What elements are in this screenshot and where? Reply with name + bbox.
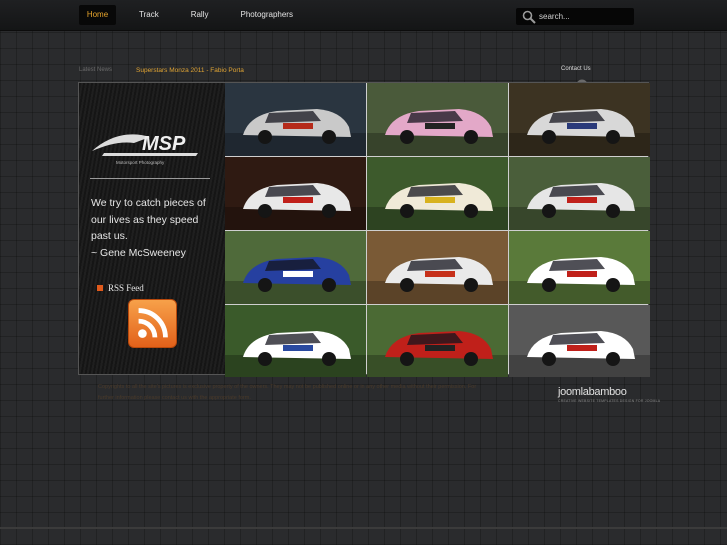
race-car-photo-icon xyxy=(509,157,650,230)
latest-news-label: Latest News xyxy=(79,67,113,73)
race-car-photo-icon xyxy=(225,231,366,304)
rss-feed-label: RSS Feed xyxy=(108,283,144,293)
bottom-divider xyxy=(0,527,727,529)
nav-track[interactable]: Track xyxy=(130,5,168,25)
latest-news-title[interactable]: Superstars Monza 2011 - Fabio Porta xyxy=(136,67,244,74)
quote-line: past us. xyxy=(91,230,128,242)
top-navigation-bar: Home Track Rally Photographers xyxy=(0,0,727,31)
rss-small-icon xyxy=(97,285,103,291)
gallery-photo[interactable] xyxy=(367,83,508,156)
rss-feed-link[interactable]: RSS Feed xyxy=(97,283,144,293)
race-car-photo-icon xyxy=(367,83,508,156)
search-icon xyxy=(522,10,536,24)
copyright-notice: Copyrights to all the site's pictures is… xyxy=(98,384,477,401)
rally-car-photo-icon xyxy=(367,231,508,304)
gallery-photo[interactable] xyxy=(225,305,366,377)
race-car-photo-icon xyxy=(509,231,650,304)
quote-line: our lives as they speed xyxy=(91,213,199,226)
rally-car-photo-icon xyxy=(509,83,650,156)
gallery-photo[interactable] xyxy=(509,305,650,377)
divider xyxy=(90,178,210,179)
gallery-photo[interactable] xyxy=(367,157,508,230)
logo-subtitle: Motorsport Photography xyxy=(116,160,165,165)
race-car-photo-icon xyxy=(367,305,508,377)
gallery-photo[interactable] xyxy=(225,83,366,156)
search-input[interactable] xyxy=(539,12,627,21)
gallery-photo[interactable] xyxy=(509,231,650,304)
gallery-photo[interactable] xyxy=(367,305,508,377)
race-car-photo-icon xyxy=(367,157,508,230)
nav-rally[interactable]: Rally xyxy=(182,5,218,25)
logo-text: MSP xyxy=(142,133,186,155)
joomlabamboo-tagline: CREATIVE WEBSITE TEMPLATES DESIGN FOR JO… xyxy=(558,399,661,403)
sidebar-panel: MSP Motorsport Photography We try to cat… xyxy=(79,83,225,374)
photo-gallery xyxy=(225,83,650,377)
gallery-photo[interactable] xyxy=(225,231,366,304)
race-car-photo-icon xyxy=(225,83,366,156)
nav-home[interactable]: Home xyxy=(79,5,116,25)
race-car-photo-icon xyxy=(509,305,650,377)
search-box[interactable] xyxy=(516,8,634,25)
showcase-panel: MSP Motorsport Photography We try to cat… xyxy=(78,82,650,377)
race-car-photo-icon xyxy=(225,157,366,230)
gallery-photo[interactable] xyxy=(509,83,650,156)
rss-icon[interactable] xyxy=(128,299,177,348)
nav-photographers[interactable]: Photographers xyxy=(231,5,301,25)
quote-line: We try to catch pieces of xyxy=(91,197,206,209)
quote-author: ~ Gene McSweeney xyxy=(91,246,186,259)
gallery-photo[interactable] xyxy=(509,157,650,230)
quote-text: We try to catch pieces of our lives as t… xyxy=(91,195,219,261)
gallery-photo[interactable] xyxy=(225,157,366,230)
rally-car-photo-icon xyxy=(225,305,366,377)
joomlabamboo-logo[interactable]: joomlabamboo xyxy=(558,386,627,398)
contact-us-link[interactable]: Contact Us xyxy=(561,66,591,72)
main-nav: Home Track Rally Photographers xyxy=(79,5,306,25)
gallery-photo[interactable] xyxy=(367,231,508,304)
